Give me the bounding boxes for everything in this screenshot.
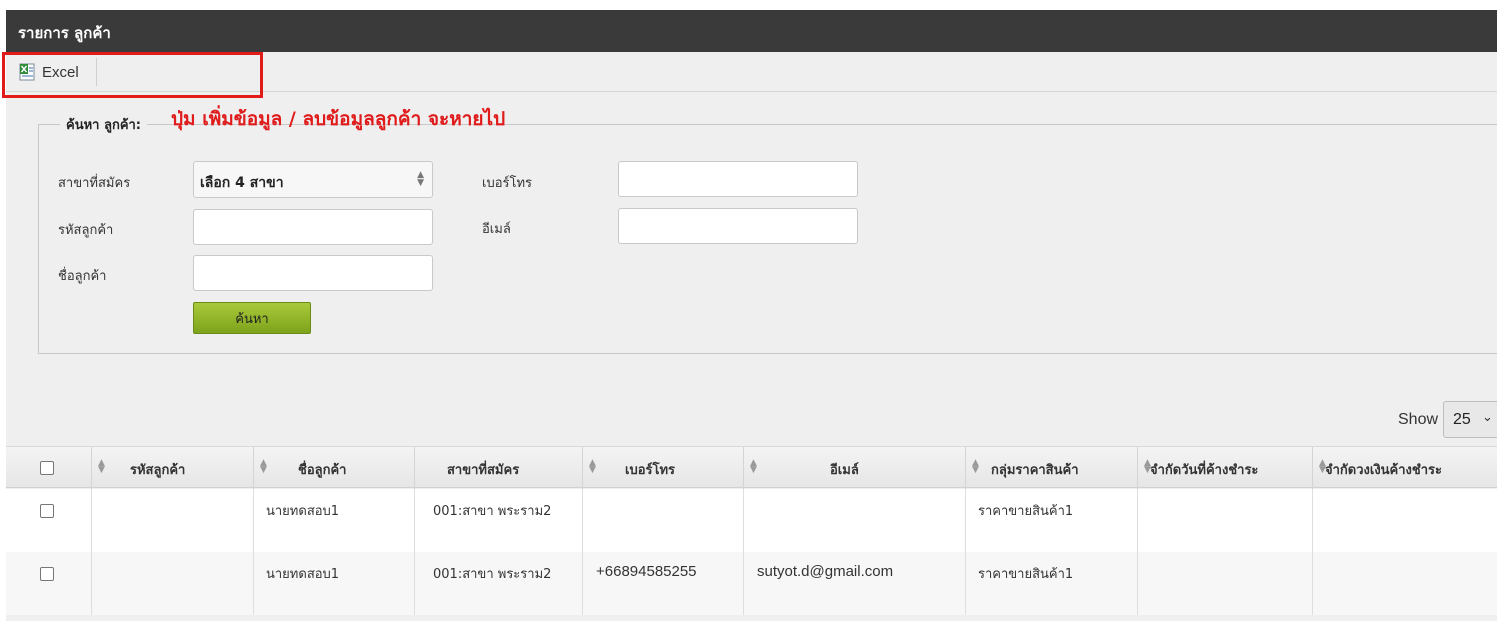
- table-row[interactable]: นายทดสอบ1 001:สาขา พระราม2 +66894585255 …: [6, 552, 1497, 615]
- customer-table: ▲ ▼ รหัสลูกค้า ▲ ▼ ชื่อลูกค้า สาขาที่สมัคร…: [6, 446, 1497, 621]
- row-checkbox[interactable]: [40, 504, 54, 518]
- cell-text: ราคาขายสินค้า1: [978, 567, 1074, 582]
- cell-text: sutyot.d@gmail.com: [757, 563, 894, 580]
- sort-icon: ▲ ▼: [98, 458, 105, 475]
- cell-text: ราคาขายสินค้า1: [978, 504, 1074, 519]
- cell-phone: [583, 489, 744, 552]
- cell-branch: 001:สาขา พระราม2: [415, 489, 583, 552]
- page-size-value: 25: [1453, 411, 1471, 428]
- customer-name-input[interactable]: [193, 255, 433, 291]
- sort-icon: ▲ ▼: [972, 458, 979, 475]
- select-arrows-icon: ▲ ▼: [417, 170, 424, 188]
- cell-text: 001:สาขา พระราม2: [433, 567, 552, 582]
- column-header-label: ชื่อลูกค้า: [298, 463, 347, 478]
- search-button[interactable]: ค้นหา: [193, 302, 311, 334]
- column-header[interactable]: สาขาที่สมัคร: [415, 447, 583, 489]
- email-label: อีเมล์: [482, 222, 511, 237]
- table-header: ▲ ▼ รหัสลูกค้า ▲ ▼ ชื่อลูกค้า สาขาที่สมัคร…: [6, 446, 1497, 489]
- sort-icon: ▲ ▼: [260, 458, 267, 475]
- cell-text: +66894585255: [596, 563, 697, 580]
- cell-code: [92, 489, 254, 552]
- chevron-down-icon: ⌄: [1482, 410, 1493, 425]
- column-header[interactable]: ▲ ▼ กลุ่มราคาสินค้า: [966, 447, 1138, 489]
- column-header[interactable]: ▲ ▼ จำกัดวันที่ค้างชำระ: [1138, 447, 1313, 489]
- column-header-label: เบอร์โทร: [625, 463, 676, 478]
- email-input[interactable]: [618, 208, 858, 244]
- branch-label: สาขาที่สมัคร: [58, 176, 131, 191]
- row-select-cell: [6, 552, 92, 615]
- row-checkbox[interactable]: [40, 567, 54, 581]
- page-size-select[interactable]: 25 ⌄: [1443, 401, 1497, 438]
- column-header-label: รหัสลูกค้า: [130, 463, 186, 478]
- customer-code-label: รหัสลูกค้า: [58, 223, 114, 238]
- cell-email: [744, 489, 966, 552]
- cell-text: นายทดสอบ1: [266, 504, 340, 519]
- highlight-box: [2, 52, 263, 98]
- phone-input[interactable]: [618, 161, 858, 197]
- sort-icon: ▲ ▼: [589, 458, 596, 475]
- cell-credit-limit: [1313, 552, 1497, 615]
- column-header[interactable]: ▲ ▼ เบอร์โทร: [583, 447, 744, 489]
- cell-branch: 001:สาขา พระราม2: [415, 552, 583, 615]
- cell-price-group: ราคาขายสินค้า1: [966, 489, 1138, 552]
- phone-label: เบอร์โทร: [482, 176, 533, 191]
- column-header-label: สาขาที่สมัคร: [447, 463, 520, 478]
- cell-credit-limit: [1313, 489, 1497, 552]
- main-panel: Excel ค้นหา ลูกค้า: ปุ่ม เพิ่มข้อมูล / ล…: [2, 52, 1497, 621]
- column-header-label: จำกัดวงเงินค้างชำระ: [1325, 463, 1442, 478]
- cell-name: นายทดสอบ1: [254, 552, 415, 615]
- column-header[interactable]: ▲ ▼ ชื่อลูกค้า: [254, 447, 415, 489]
- annotation-note: ปุ่ม เพิ่มข้อมูล / ลบข้อมูลลูกค้า จะหายไ…: [171, 108, 506, 130]
- select-all-checkbox[interactable]: [40, 461, 54, 475]
- toolbar: Excel: [2, 52, 1497, 98]
- branch-select-value: เลือก 4 สาขา: [200, 175, 284, 191]
- sort-icon: ▲ ▼: [750, 458, 757, 475]
- show-label: Show: [1398, 411, 1439, 428]
- cell-text: นายทดสอบ1: [266, 567, 340, 582]
- cell-credit-days: [1138, 489, 1313, 552]
- column-header[interactable]: ▲ ▼ รหัสลูกค้า: [92, 447, 254, 489]
- page-title: รายการ ลูกค้า: [18, 24, 111, 42]
- cell-email: sutyot.d@gmail.com: [744, 552, 966, 615]
- column-header-label: จำกัดวันที่ค้างชำระ: [1150, 463, 1259, 478]
- cell-credit-days: [1138, 552, 1313, 615]
- title-bar: รายการ ลูกค้า: [6, 10, 1497, 52]
- row-select-cell: [6, 489, 92, 552]
- cell-code: [92, 552, 254, 615]
- customer-code-input[interactable]: [193, 209, 433, 245]
- customer-name-label: ชื่อลูกค้า: [58, 269, 107, 284]
- branch-select[interactable]: เลือก 4 สาขา ▲ ▼: [193, 161, 433, 198]
- column-header[interactable]: ▲ ▼ อีเมล์: [744, 447, 966, 489]
- search-legend: ค้นหา ลูกค้า:: [60, 114, 148, 135]
- column-header-label: กลุ่มราคาสินค้า: [991, 463, 1079, 478]
- cell-text: 001:สาขา พระราม2: [433, 504, 552, 519]
- cell-phone: +66894585255: [583, 552, 744, 615]
- column-header[interactable]: ▲ ▼ จำกัดวงเงินค้างชำระ: [1313, 447, 1497, 489]
- cell-name: นายทดสอบ1: [254, 489, 415, 552]
- select-all-header: [6, 447, 92, 489]
- table-row[interactable]: นายทดสอบ1 001:สาขา พระราม2 ราคาขายสินค้า…: [6, 489, 1497, 552]
- column-header-label: อีเมล์: [830, 463, 859, 478]
- cell-price-group: ราคาขายสินค้า1: [966, 552, 1138, 615]
